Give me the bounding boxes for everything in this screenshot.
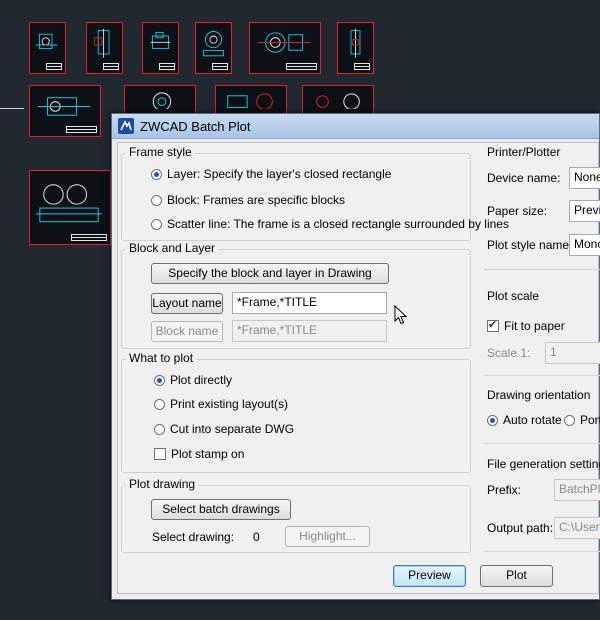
cad-line xyxy=(0,108,24,109)
highlight-button[interactable]: Highlight... xyxy=(285,526,370,547)
scale-label: Scale 1: xyxy=(487,346,531,360)
radio-button[interactable] xyxy=(154,423,165,435)
paper-size-select[interactable]: Previo xyxy=(569,200,600,222)
checkbox[interactable] xyxy=(487,318,499,332)
output-path-label: Output path: xyxy=(487,521,554,535)
orientation-separator xyxy=(484,443,600,444)
layout-name-button[interactable]: Layout name xyxy=(151,293,223,314)
file-generation-separator xyxy=(484,551,600,552)
device-name-select[interactable]: None xyxy=(569,167,600,189)
radio-button[interactable] xyxy=(151,218,162,230)
plot-drawing-group: Plot drawing Select batch drawings Selec… xyxy=(121,477,471,553)
scale-input[interactable]: 1 xyxy=(545,342,600,364)
plot-style-label: Plot style name: xyxy=(487,238,573,252)
block-name-button[interactable]: Block name xyxy=(151,321,223,342)
checkbox[interactable] xyxy=(154,448,166,460)
block-layer-title: Block and Layer xyxy=(126,241,219,255)
layout-name-input[interactable]: *Frame,*TITLE xyxy=(232,292,387,314)
printer-plotter-title: Printer/Plotter xyxy=(487,145,561,159)
block-name-input[interactable]: *Frame,*TITLE xyxy=(232,320,387,342)
prefix-label: Prefix: xyxy=(487,483,522,497)
print-existing-layouts-radio[interactable]: Print existing layout(s) xyxy=(154,397,288,411)
plot-scale-separator xyxy=(484,375,600,376)
batch-plot-dialog: ZWCAD Batch Plot Frame style Layer: Spec… xyxy=(111,113,600,600)
plot-directly-radio[interactable]: Plot directly xyxy=(154,373,232,387)
what-to-plot-title: What to plot xyxy=(126,351,197,365)
select-batch-drawings-button[interactable]: Select batch drawings xyxy=(151,499,291,520)
plot-button[interactable]: Plot xyxy=(480,565,553,587)
drawing-frame-thumbnail[interactable] xyxy=(337,22,374,74)
specify-block-layer-button[interactable]: Specify the block and layer in Drawing xyxy=(151,263,389,284)
what-to-plot-group: What to plot Plot directly Print existin… xyxy=(121,351,471,473)
fit-to-paper-checkbox[interactable]: Fit to paper xyxy=(487,318,565,333)
radio-button[interactable] xyxy=(151,168,162,180)
frame-style-layer-radio[interactable]: Layer: Specify the layer's closed rectan… xyxy=(151,167,391,181)
drawing-frame-thumbnail[interactable] xyxy=(29,170,111,245)
auto-rotate-radio[interactable]: Auto rotate xyxy=(487,413,562,427)
file-generation-title: File generation settings xyxy=(487,457,600,471)
drawing-frame-thumbnail[interactable] xyxy=(249,22,321,74)
mouse-cursor-icon xyxy=(394,305,407,325)
radio-button[interactable] xyxy=(151,194,162,206)
output-path-input[interactable]: C:\Users\ xyxy=(554,517,600,539)
plot-stamp-checkbox[interactable]: Plot stamp on xyxy=(154,447,244,461)
block-layer-group: Block and Layer Specify the block and la… xyxy=(121,241,471,349)
drawing-frame-thumbnail[interactable] xyxy=(142,22,179,74)
plot-scale-title: Plot scale xyxy=(487,289,540,303)
radio-button[interactable] xyxy=(487,414,498,426)
radio-button[interactable] xyxy=(154,398,165,410)
dialog-client-area: Frame style Layer: Specify the layer's c… xyxy=(117,142,600,594)
window-title: ZWCAD Batch Plot xyxy=(140,119,251,134)
select-drawing-label: Select drawing: xyxy=(152,530,235,544)
drawing-frame-thumbnail[interactable] xyxy=(195,22,232,74)
plot-drawing-title: Plot drawing xyxy=(126,477,199,491)
radio-button[interactable] xyxy=(564,414,575,426)
drawing-frame-thumbnail[interactable] xyxy=(86,22,123,74)
drawing-orientation-title: Drawing orientation xyxy=(487,388,591,402)
printer-separator xyxy=(484,269,600,270)
preview-button[interactable]: Preview xyxy=(393,565,466,587)
paper-size-label: Paper size: xyxy=(487,204,548,218)
prefix-input[interactable]: BatchPlo xyxy=(554,479,600,501)
radio-button[interactable] xyxy=(154,374,165,386)
drawing-frame-thumbnail[interactable] xyxy=(29,85,101,137)
device-name-label: Device name: xyxy=(487,171,561,185)
cut-separate-dwg-radio[interactable]: Cut into separate DWG xyxy=(154,422,294,436)
portrait-radio[interactable]: Port xyxy=(564,413,600,427)
selected-drawing-count: 0 xyxy=(253,530,260,544)
zwcad-logo-icon xyxy=(118,118,134,134)
frame-style-scatter-radio[interactable]: Scatter line: The frame is a closed rect… xyxy=(151,217,509,231)
plot-style-select[interactable]: Mono xyxy=(569,234,600,256)
frame-style-group: Frame style Layer: Specify the layer's c… xyxy=(121,145,509,241)
frame-style-title: Frame style xyxy=(126,145,195,159)
title-bar[interactable]: ZWCAD Batch Plot xyxy=(112,114,599,139)
frame-style-block-radio[interactable]: Block: Frames are specific blocks xyxy=(151,193,345,207)
drawing-frame-thumbnail[interactable] xyxy=(29,22,66,74)
